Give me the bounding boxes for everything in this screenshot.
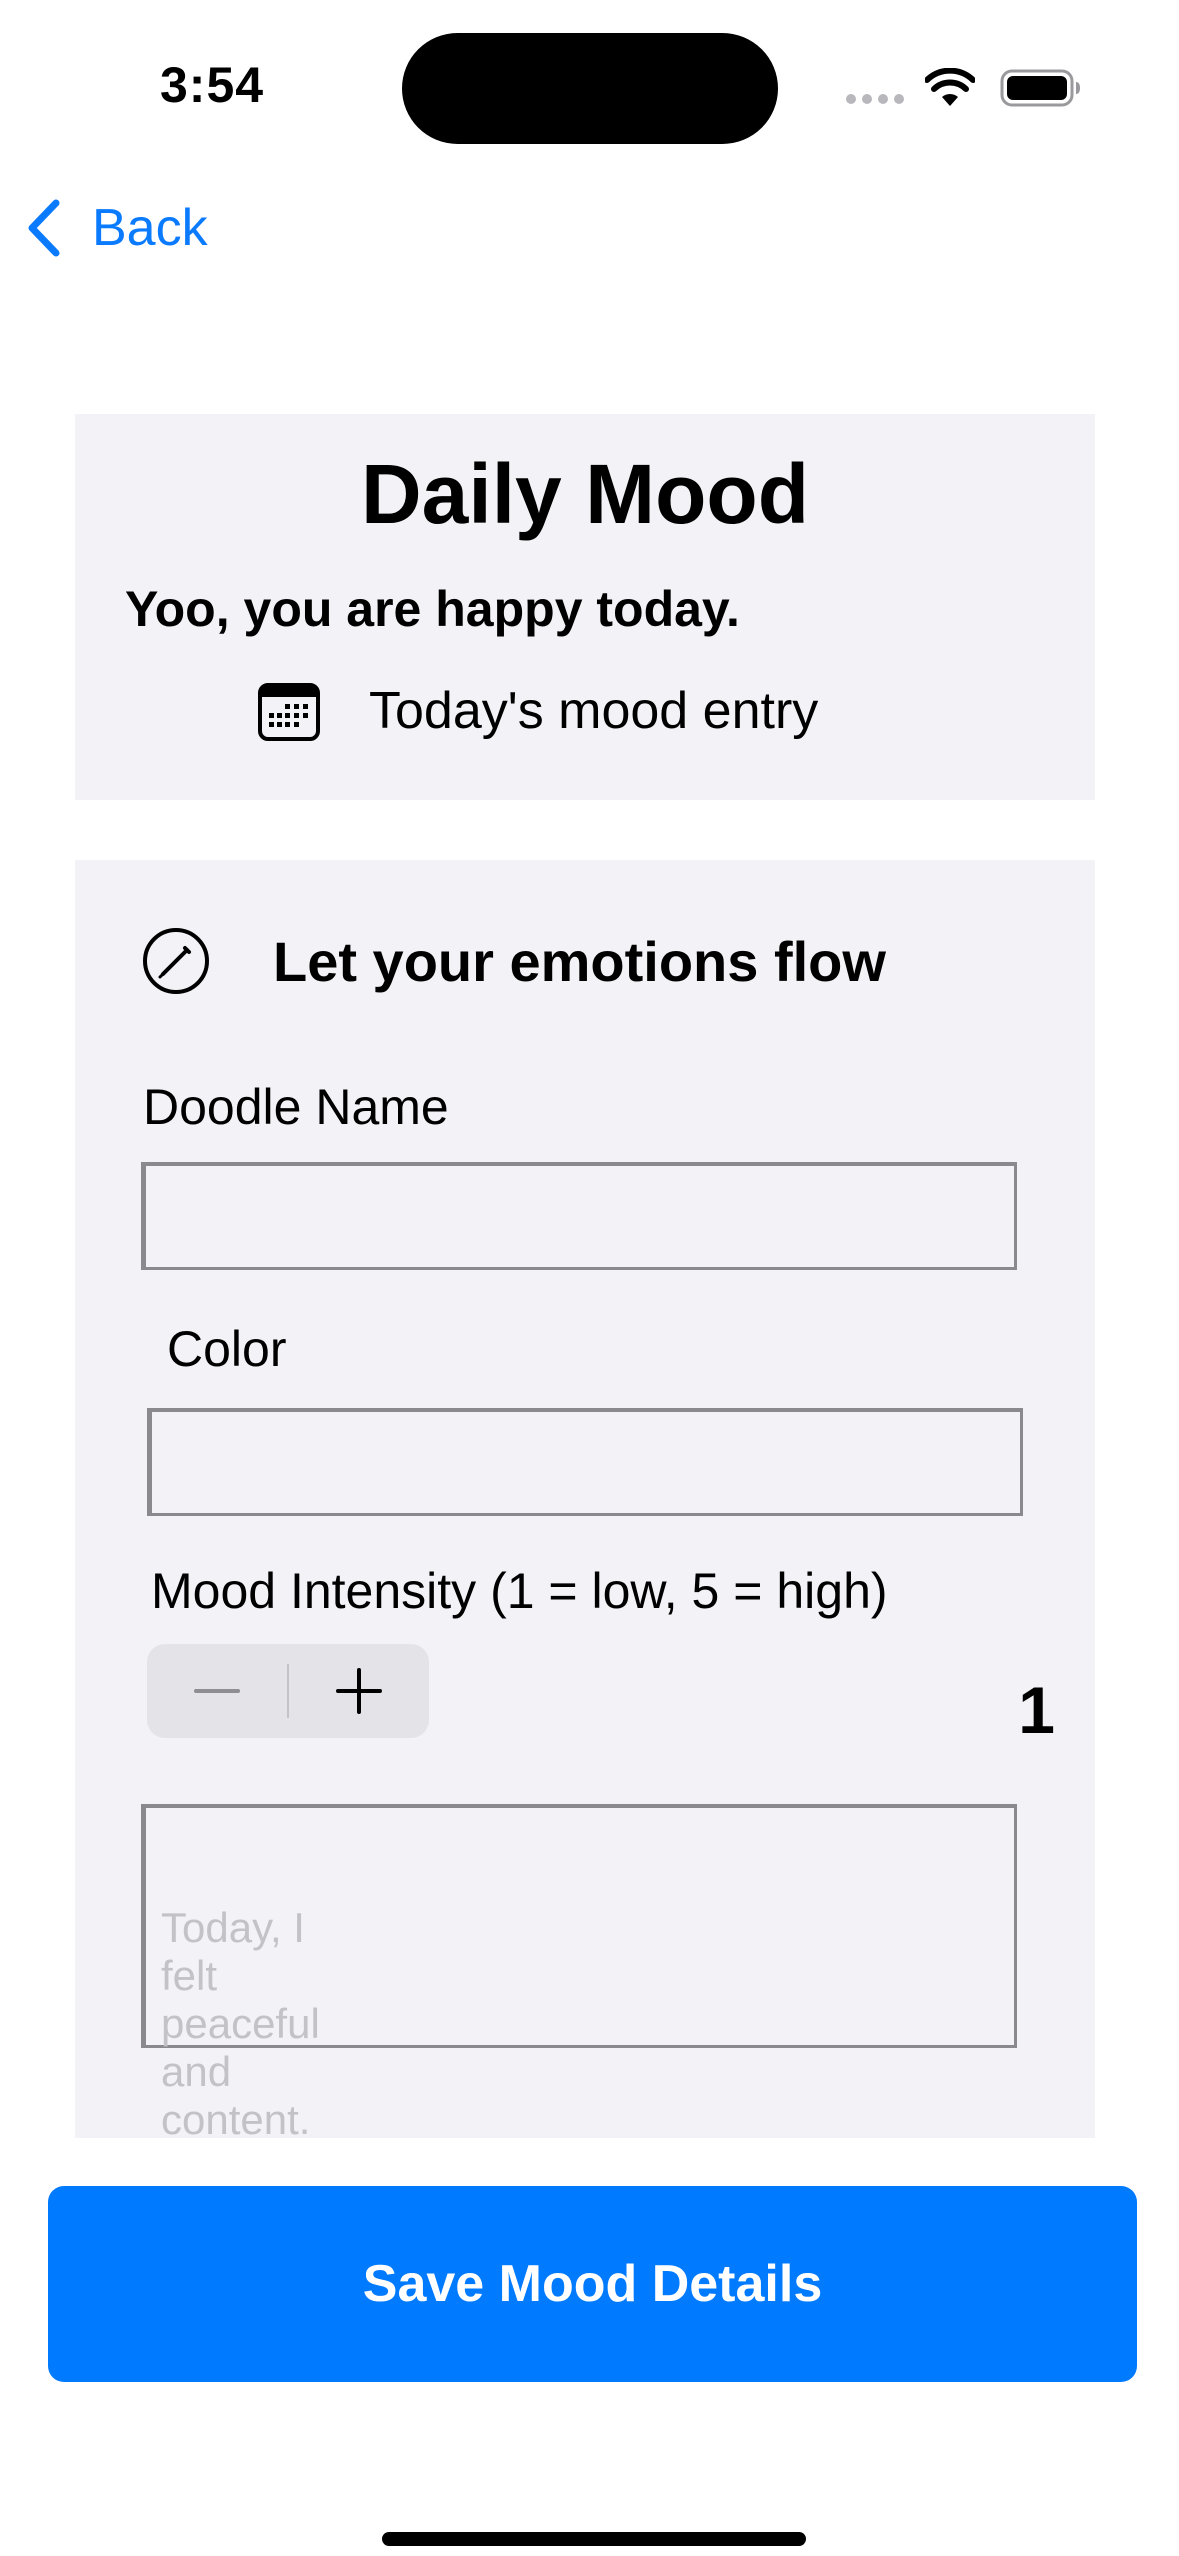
color-label: Color — [167, 1321, 287, 1377]
back-button[interactable]: Back — [26, 196, 208, 260]
entry-label: Today's mood entry — [369, 682, 819, 740]
doodle-name-label: Doodle Name — [143, 1079, 449, 1135]
increment-button[interactable] — [289, 1644, 429, 1738]
status-time: 3:54 — [160, 57, 265, 113]
signal-dots-icon — [846, 94, 906, 104]
mood-subtitle: Yoo, you are happy today. — [125, 581, 740, 637]
form-card: Let your emotions flow Doodle Name Color… — [75, 860, 1095, 2143]
calendar-icon — [258, 683, 320, 741]
doodle-name-field[interactable] — [141, 1162, 1017, 1270]
notes-field[interactable] — [141, 1804, 1017, 2048]
decrement-button[interactable] — [147, 1644, 287, 1738]
intensity-value: 1 — [1018, 1673, 1055, 1747]
dynamic-island — [402, 33, 778, 144]
pencil-circle-icon — [143, 928, 209, 994]
wifi-icon — [925, 68, 975, 106]
intensity-stepper[interactable] — [147, 1644, 429, 1738]
intensity-label: Mood Intensity (1 = low, 5 = high) — [151, 1563, 888, 1619]
back-label: Back — [92, 199, 208, 257]
section-title: Let your emotions flow — [273, 929, 886, 993]
chevron-left-icon — [28, 199, 60, 257]
page-title: Daily Mood — [360, 447, 809, 541]
battery-icon — [1000, 69, 1080, 107]
color-field[interactable] — [147, 1408, 1023, 1516]
entry-row: Today's mood entry — [257, 678, 818, 744]
save-mood-label: Save Mood Details — [362, 2255, 823, 2313]
save-mood-button[interactable]: Save Mood Details — [48, 2186, 1137, 2382]
home-indicator[interactable] — [382, 2532, 806, 2546]
section-header: Let your emotions flow — [141, 926, 886, 996]
plus-icon — [336, 1668, 383, 1714]
minus-icon — [193, 1689, 240, 1693]
header-card: Daily Mood Yoo, you are happy today. Tod… — [75, 414, 1095, 800]
